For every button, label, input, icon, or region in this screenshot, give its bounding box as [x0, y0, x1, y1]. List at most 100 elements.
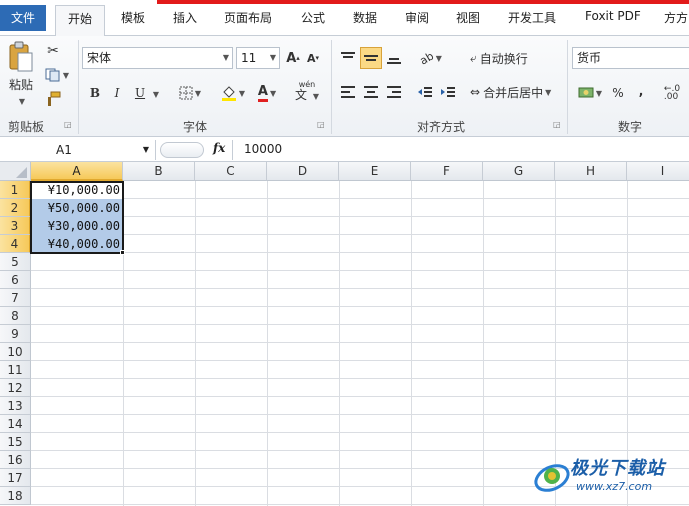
paste-icon[interactable]: [6, 40, 36, 74]
tab-formulas[interactable]: 公式: [301, 9, 325, 26]
title-accent-bar: [157, 0, 689, 4]
cell-a2[interactable]: ¥50,000.00: [31, 199, 123, 217]
font-group-label: 字体: [183, 120, 208, 134]
tab-data[interactable]: 数据: [353, 9, 377, 26]
percent-style-button[interactable]: %: [610, 84, 626, 102]
tab-page-layout[interactable]: 页面布局: [224, 9, 272, 26]
watermark-url: www.xz7.com: [576, 480, 653, 493]
column-header-e[interactable]: E: [339, 162, 411, 181]
decrease-indent-icon[interactable]: [416, 83, 434, 101]
name-box[interactable]: A1 ▼: [0, 140, 156, 160]
copy-icon[interactable]: ▼: [44, 66, 70, 84]
gridline: [31, 396, 689, 397]
comma-style-button[interactable]: ,: [634, 82, 648, 100]
column-header-i[interactable]: I: [627, 162, 689, 181]
column-header-b[interactable]: B: [123, 162, 195, 181]
row-header-6[interactable]: 6: [0, 271, 31, 289]
font-color-icon: A: [257, 84, 268, 102]
column-header-c[interactable]: C: [195, 162, 267, 181]
align-center-icon[interactable]: [362, 83, 380, 101]
column-header-d[interactable]: D: [267, 162, 339, 181]
row-header-7[interactable]: 7: [0, 289, 31, 307]
tab-foxit-pdf[interactable]: Foxit PDF: [585, 9, 641, 23]
accounting-format-icon[interactable]: ▼: [575, 84, 605, 102]
formula-bar-handle[interactable]: [160, 142, 204, 158]
tab-view[interactable]: 视图: [456, 9, 480, 26]
row-header-5[interactable]: 5: [0, 253, 31, 271]
row-header-8[interactable]: 8: [0, 307, 31, 325]
clipboard-launcher-icon[interactable]: ◲: [64, 120, 72, 129]
row-header-18[interactable]: 18: [0, 487, 31, 505]
number-format-value: 货币: [577, 51, 602, 65]
row-header-12[interactable]: 12: [0, 379, 31, 397]
column-header-g[interactable]: G: [483, 162, 555, 181]
ribbon-home: 粘贴 ▼ ✂ ▼ 剪贴板 ◲ 宋体 ▼ 11 ▼ A ▴ A ▾ B I U ▼ ▼ ▼…: [0, 35, 689, 137]
row-header-16[interactable]: 16: [0, 451, 31, 469]
row-header-4[interactable]: 4: [0, 235, 31, 253]
tab-home[interactable]: 开始: [55, 5, 105, 36]
wrap-text-button[interactable]: ⤶ 自动换行: [470, 48, 550, 68]
phonetic-guide-icon[interactable]: wén 文 ▼: [292, 80, 322, 104]
fill-color-icon[interactable]: ▼: [218, 82, 248, 104]
orientation-icon[interactable]: ab ▼: [417, 49, 445, 67]
tab-file[interactable]: 文件: [0, 5, 46, 31]
underline-button[interactable]: U: [131, 84, 149, 102]
row-header-17[interactable]: 17: [0, 469, 31, 487]
row-header-2[interactable]: 2: [0, 199, 31, 217]
insert-function-button[interactable]: fx: [213, 141, 225, 155]
row-header-3[interactable]: 3: [0, 217, 31, 235]
paste-button[interactable]: 粘贴: [4, 76, 38, 92]
bold-button[interactable]: B: [86, 84, 104, 102]
column-header-f[interactable]: F: [411, 162, 483, 181]
row-header-1[interactable]: 1: [0, 181, 31, 199]
underline-dropdown-icon[interactable]: ▼: [150, 87, 160, 101]
merge-center-button[interactable]: ⇔ 合并后居中 ▼: [470, 82, 562, 102]
column-header-a[interactable]: A: [31, 162, 123, 181]
italic-button[interactable]: I: [108, 84, 126, 102]
align-left-icon[interactable]: [339, 83, 357, 101]
tab-developer[interactable]: 开发工具: [508, 9, 556, 26]
row-header-10[interactable]: 10: [0, 343, 31, 361]
row-header-9[interactable]: 9: [0, 325, 31, 343]
fill-handle[interactable]: [120, 250, 125, 255]
tab-fangfang[interactable]: 方方: [664, 9, 688, 26]
increase-font-icon[interactable]: A ▴: [285, 49, 301, 67]
cell-a4[interactable]: ¥40,000.00: [31, 235, 123, 253]
column-header-h[interactable]: H: [555, 162, 627, 181]
gridline: [123, 181, 124, 506]
name-box-value: A1: [56, 143, 72, 157]
select-all-button[interactable]: [0, 162, 31, 181]
number-format-select[interactable]: 货币: [572, 47, 689, 69]
cell-a3[interactable]: ¥30,000.00: [31, 217, 123, 235]
align-right-icon[interactable]: [385, 83, 403, 101]
cut-icon[interactable]: ✂: [44, 42, 62, 60]
align-top-icon[interactable]: [339, 49, 357, 67]
align-bottom-icon[interactable]: [385, 49, 403, 67]
gridline: [31, 198, 689, 199]
wrap-text-icon: ⤶: [470, 50, 477, 65]
tab-review[interactable]: 审阅: [405, 9, 429, 26]
merge-center-icon: ⇔: [470, 85, 481, 99]
row-header-15[interactable]: 15: [0, 433, 31, 451]
formula-divider: [232, 140, 233, 160]
row-header-14[interactable]: 14: [0, 415, 31, 433]
formula-input[interactable]: 10000: [244, 142, 282, 156]
decrease-font-icon[interactable]: A ▾: [305, 49, 321, 67]
paste-dropdown-icon[interactable]: ▼: [13, 96, 29, 106]
format-painter-icon[interactable]: [44, 90, 62, 108]
increase-indent-icon[interactable]: [439, 83, 457, 101]
alignment-launcher-icon[interactable]: ◲: [553, 120, 561, 129]
font-launcher-icon[interactable]: ◲: [317, 120, 325, 129]
tab-templates[interactable]: 模板: [121, 9, 145, 26]
border-icon[interactable]: ▼: [176, 84, 204, 102]
font-color-button[interactable]: A ▼: [252, 82, 282, 104]
gridline: [483, 181, 484, 506]
align-middle-icon[interactable]: [360, 47, 382, 69]
row-header-13[interactable]: 13: [0, 397, 31, 415]
cell-a1[interactable]: ¥10,000.00: [31, 181, 123, 199]
font-name-select[interactable]: 宋体 ▼: [82, 47, 233, 69]
font-size-select[interactable]: 11 ▼: [236, 47, 280, 69]
row-header-11[interactable]: 11: [0, 361, 31, 379]
increase-decimal-icon[interactable]: ←.0.00: [658, 83, 686, 103]
tab-insert[interactable]: 插入: [173, 9, 197, 26]
